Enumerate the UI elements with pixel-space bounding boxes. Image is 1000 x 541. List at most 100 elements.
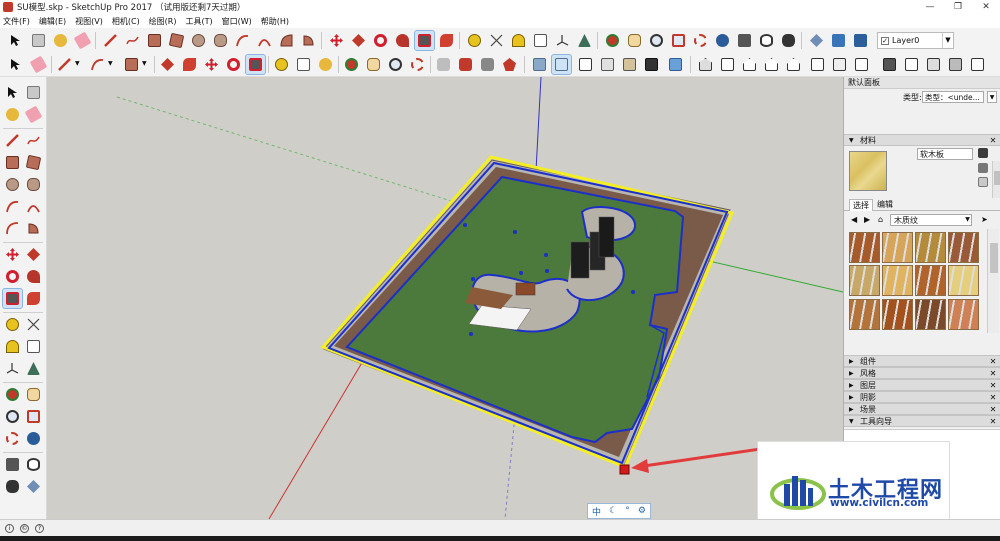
layer-dropdown[interactable]: ✓ Layer0 ▼ <box>877 32 954 49</box>
left-paint-button[interactable] <box>3 105 22 124</box>
menu-draw[interactable]: 绘图(R) <box>149 16 177 27</box>
style-shaded-blue-button[interactable] <box>666 55 685 74</box>
eraser-button[interactable] <box>73 31 92 50</box>
scenes-panel-header[interactable]: ▶ 场景 ✕ <box>844 403 1000 415</box>
left-pan-button[interactable] <box>24 385 43 404</box>
pan-tool-button[interactable] <box>625 31 644 50</box>
scrollbar-thumb[interactable] <box>990 243 998 273</box>
left-walk-button[interactable] <box>3 477 22 496</box>
scrollbar-thumb[interactable] <box>994 171 1000 185</box>
offset-tool-button[interactable] <box>437 31 456 50</box>
left-text-button[interactable] <box>24 337 43 356</box>
style-shaded-button[interactable] <box>598 55 617 74</box>
menu-edit[interactable]: 编辑(E) <box>39 16 66 27</box>
left-polygon-button[interactable] <box>24 175 43 194</box>
close-button[interactable]: ✕ <box>972 0 1000 14</box>
circle-tool-button[interactable] <box>189 31 208 50</box>
zoom-window-button[interactable] <box>669 31 688 50</box>
view-left-button[interactable] <box>808 55 827 74</box>
select-tool-button[interactable] <box>6 31 25 50</box>
left-tape-measure-button[interactable] <box>3 315 22 334</box>
menu-window[interactable]: 窗口(W) <box>222 16 252 27</box>
building-tower-3[interactable] <box>598 216 615 258</box>
left-scale-button[interactable] <box>2 288 23 309</box>
restore-button[interactable]: ❐ <box>944 0 972 14</box>
material-swatch[interactable] <box>849 298 880 330</box>
left-3d-text-button[interactable] <box>24 359 43 378</box>
shapes-dropdown[interactable]: ▼ <box>140 55 150 74</box>
left-select-button[interactable] <box>3 83 22 102</box>
style-wireframe-button[interactable] <box>551 54 572 75</box>
section-cuts-button[interactable] <box>851 31 870 50</box>
material-name-field[interactable]: 软木板 <box>917 148 973 160</box>
material-swatch[interactable] <box>948 232 979 263</box>
type-value[interactable]: 类型：<unde... <box>922 91 984 103</box>
protractor-button[interactable] <box>509 31 528 50</box>
orbit-tool-button[interactable] <box>603 31 622 50</box>
text-tool-button-2[interactable] <box>294 55 313 74</box>
left-rotated-rectangle-button[interactable] <box>24 153 43 172</box>
close-icon[interactable]: ✕ <box>988 380 998 390</box>
style-xray-button[interactable] <box>530 55 549 74</box>
left-move-button[interactable] <box>3 245 22 264</box>
materials-scrollbar[interactable] <box>992 161 1000 198</box>
credits-icon[interactable]: © <box>20 524 29 533</box>
geo-location-icon[interactable]: i <box>5 524 14 533</box>
paint-bucket-button-2[interactable] <box>316 55 335 74</box>
close-icon[interactable]: ✕ <box>988 356 998 366</box>
eyedropper-icon[interactable] <box>978 148 988 158</box>
close-icon[interactable]: ✕ <box>988 392 998 402</box>
left-section-plane-button[interactable] <box>24 477 43 496</box>
section-plane-button[interactable] <box>807 31 826 50</box>
move-tool-button-2[interactable] <box>202 55 221 74</box>
components-panel-button[interactable] <box>924 55 943 74</box>
move-tool-button[interactable] <box>327 31 346 50</box>
make-component-button[interactable] <box>29 31 48 50</box>
close-icon[interactable]: ✕ <box>988 416 998 426</box>
3d-text-button[interactable] <box>575 31 594 50</box>
chevron-down-icon[interactable]: ▼ <box>963 214 972 226</box>
style-monochrome-button[interactable] <box>642 55 661 74</box>
entity-info-button[interactable] <box>968 55 987 74</box>
left-circle-button[interactable] <box>3 175 22 194</box>
create-material-icon[interactable] <box>978 177 988 187</box>
left-rectangle-button[interactable] <box>3 153 22 172</box>
close-icon[interactable]: ✕ <box>988 368 998 378</box>
close-icon[interactable]: ✕ <box>988 135 998 145</box>
view-iso-button[interactable] <box>696 55 715 74</box>
follow-me-button[interactable] <box>393 31 412 50</box>
material-swatch[interactable] <box>882 298 913 330</box>
style-hidden-line-button[interactable] <box>576 55 595 74</box>
walk-tool-button[interactable] <box>779 31 798 50</box>
moon-icon[interactable]: ☾ <box>609 506 617 516</box>
pan-tool-button-2[interactable] <box>364 55 383 74</box>
user-icon[interactable]: ? <box>35 524 44 533</box>
two-point-arc-button[interactable] <box>255 31 274 50</box>
dimension-tool-button[interactable] <box>487 31 506 50</box>
left-protractor-button[interactable] <box>3 337 22 356</box>
style-switch-widget[interactable]: 中 ☾ ° ⚙ <box>587 503 651 519</box>
dot-icon[interactable]: ° <box>625 506 630 516</box>
arc-tool-button[interactable] <box>233 31 252 50</box>
position-camera-button[interactable] <box>735 31 754 50</box>
rectangle-tool-button-2[interactable] <box>122 55 141 74</box>
zoom-tool-button-2[interactable] <box>386 55 405 74</box>
line-tool-button[interactable] <box>101 31 120 50</box>
view-right-button[interactable] <box>762 55 781 74</box>
3d-warehouse-button[interactable] <box>434 55 453 74</box>
left-freehand-button[interactable] <box>24 131 43 150</box>
scenes-panel-button[interactable] <box>902 55 921 74</box>
left-arc-button[interactable] <box>3 197 22 216</box>
left-follow-me-button[interactable] <box>24 267 43 286</box>
arc-dropdown[interactable]: ▼ <box>106 55 116 74</box>
select-tool-button-2[interactable] <box>6 55 25 74</box>
extension-warehouse-button[interactable] <box>478 55 497 74</box>
left-two-point-arc-button[interactable] <box>24 197 43 216</box>
scale-grip-handle[interactable] <box>619 464 630 475</box>
shadows-panel-header[interactable]: ▶ 阴影 ✕ <box>844 391 1000 403</box>
tab-edit[interactable]: 编辑 <box>874 199 896 211</box>
section-display-button[interactable] <box>829 31 848 50</box>
swatch-scrollbar[interactable] <box>987 229 999 333</box>
forward-arrow-icon[interactable]: ▶ <box>864 215 870 224</box>
tape-measure-button[interactable] <box>465 31 484 50</box>
